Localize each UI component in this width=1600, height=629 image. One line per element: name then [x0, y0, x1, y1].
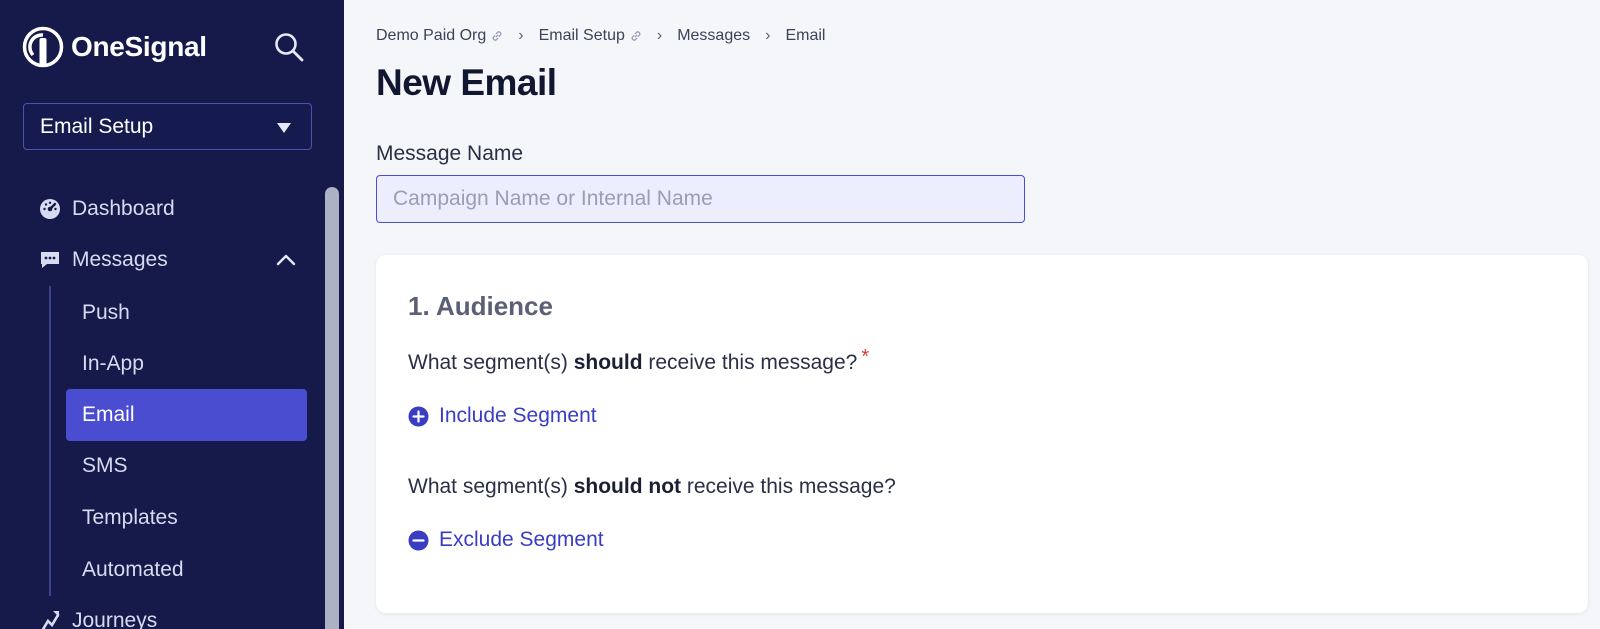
question-text: What segment(s) [408, 475, 574, 498]
search-icon[interactable] [272, 30, 306, 64]
breadcrumb-label: Email Setup [538, 27, 625, 44]
chat-bubble-icon [41, 252, 59, 268]
brand-name: OneSignal [71, 31, 207, 62]
sidebar-subitem-templates[interactable]: Templates [82, 503, 178, 533]
exclude-segment-button[interactable]: Exclude Segment [408, 528, 604, 552]
sidebar-subitem-in-app[interactable]: In-App [82, 349, 144, 379]
sidebar-item-dashboard[interactable]: Dashboard [38, 194, 175, 224]
app-selector-dropdown[interactable]: Email Setup [23, 103, 312, 150]
onesignal-logo-icon [22, 26, 64, 68]
breadcrumb-messages[interactable]: Messages [677, 27, 750, 45]
chevron-right-icon: › [518, 27, 524, 44]
breadcrumb: Demo Paid Org › Email Setup › Messages ›… [376, 27, 825, 45]
breadcrumb-label: Demo Paid Org [376, 27, 487, 44]
submenu-rail [49, 286, 51, 596]
chevron-up-icon[interactable] [276, 252, 296, 266]
onesignal-logo[interactable]: OneSignal [22, 26, 207, 68]
question-emphasis: should not [573, 475, 682, 498]
page-title: New Email [376, 62, 557, 103]
question-text: receive this message? [681, 475, 896, 498]
caret-down-icon [277, 123, 291, 133]
link-icon [492, 31, 502, 41]
required-asterisk: * [861, 346, 870, 368]
include-segment-button[interactable]: Include Segment [408, 404, 597, 428]
message-name-input[interactable] [376, 175, 1025, 223]
audience-section-title: 1. Audience [408, 291, 553, 321]
question-text: What segment(s) [408, 351, 574, 374]
link-icon [631, 31, 641, 41]
sidebar-subitem-email[interactable]: Email [66, 389, 307, 441]
sidebar-item-journeys[interactable]: Journeys [38, 606, 157, 629]
minus-circle-icon [408, 530, 429, 550]
main-content: Demo Paid Org › Email Setup › Messages ›… [344, 0, 1600, 629]
sidebar: OneSignal Email Setup Dashboard Messages [0, 0, 344, 629]
include-question: What segment(s) should receive this mess… [408, 346, 869, 375]
sidebar-item-label: Email [82, 403, 135, 426]
message-name-label: Message Name [376, 142, 524, 165]
app-selector-value: Email Setup [40, 114, 154, 138]
sidebar-item-label: Journeys [72, 609, 158, 629]
sidebar-item-label: Dashboard [72, 197, 175, 220]
question-text: receive this message? [642, 351, 858, 374]
question-emphasis: should [573, 351, 643, 374]
plus-circle-icon [408, 406, 429, 426]
sidebar-subitem-sms[interactable]: SMS [82, 451, 128, 481]
audience-card: 1. Audience What segment(s) should recei… [376, 255, 1588, 613]
chevron-right-icon: › [765, 27, 771, 44]
exclude-question: What segment(s) should not receive this … [408, 475, 896, 499]
sidebar-subitem-automated[interactable]: Automated [82, 555, 184, 585]
include-segment-label: Include Segment [439, 404, 597, 427]
chevron-right-icon: › [656, 27, 663, 44]
breadcrumb-app[interactable]: Email Setup [539, 27, 642, 45]
exclude-segment-label: Exclude Segment [439, 528, 604, 551]
sidebar-subitem-push[interactable]: Push [82, 298, 130, 328]
sidebar-item-label: Messages [72, 248, 168, 271]
dashboard-gauge-icon [40, 199, 60, 219]
journeys-icon [41, 611, 60, 629]
breadcrumb-email: Email [785, 27, 826, 44]
sidebar-item-messages[interactable]: Messages [38, 245, 296, 275]
breadcrumb-org[interactable]: Demo Paid Org [376, 27, 503, 45]
sidebar-scrollbar[interactable] [325, 187, 339, 629]
